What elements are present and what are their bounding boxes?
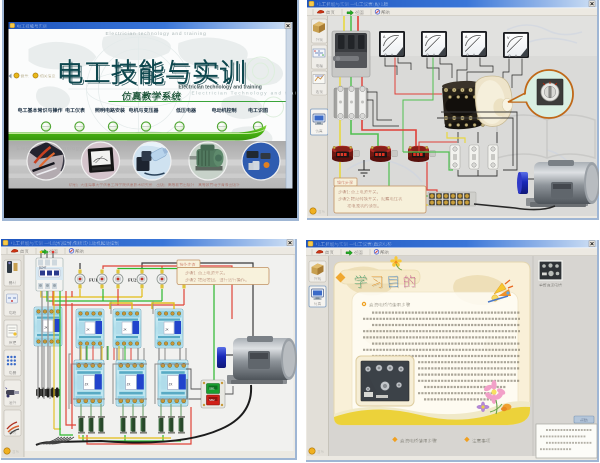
svg-text:FU1: FU1 — [89, 278, 98, 283]
svg-text:Electrician technology and tra: Electrician technology and training — [106, 31, 207, 37]
svg-text:SB1: SB1 — [209, 387, 215, 391]
svg-text:FU2: FU2 — [128, 278, 137, 283]
svg-text:Electrician Technology and: Electrician Technology and training — [192, 91, 300, 96]
svg-text:SB2: SB2 — [209, 398, 215, 402]
svg-text:DZ47: DZ47 — [39, 266, 47, 270]
